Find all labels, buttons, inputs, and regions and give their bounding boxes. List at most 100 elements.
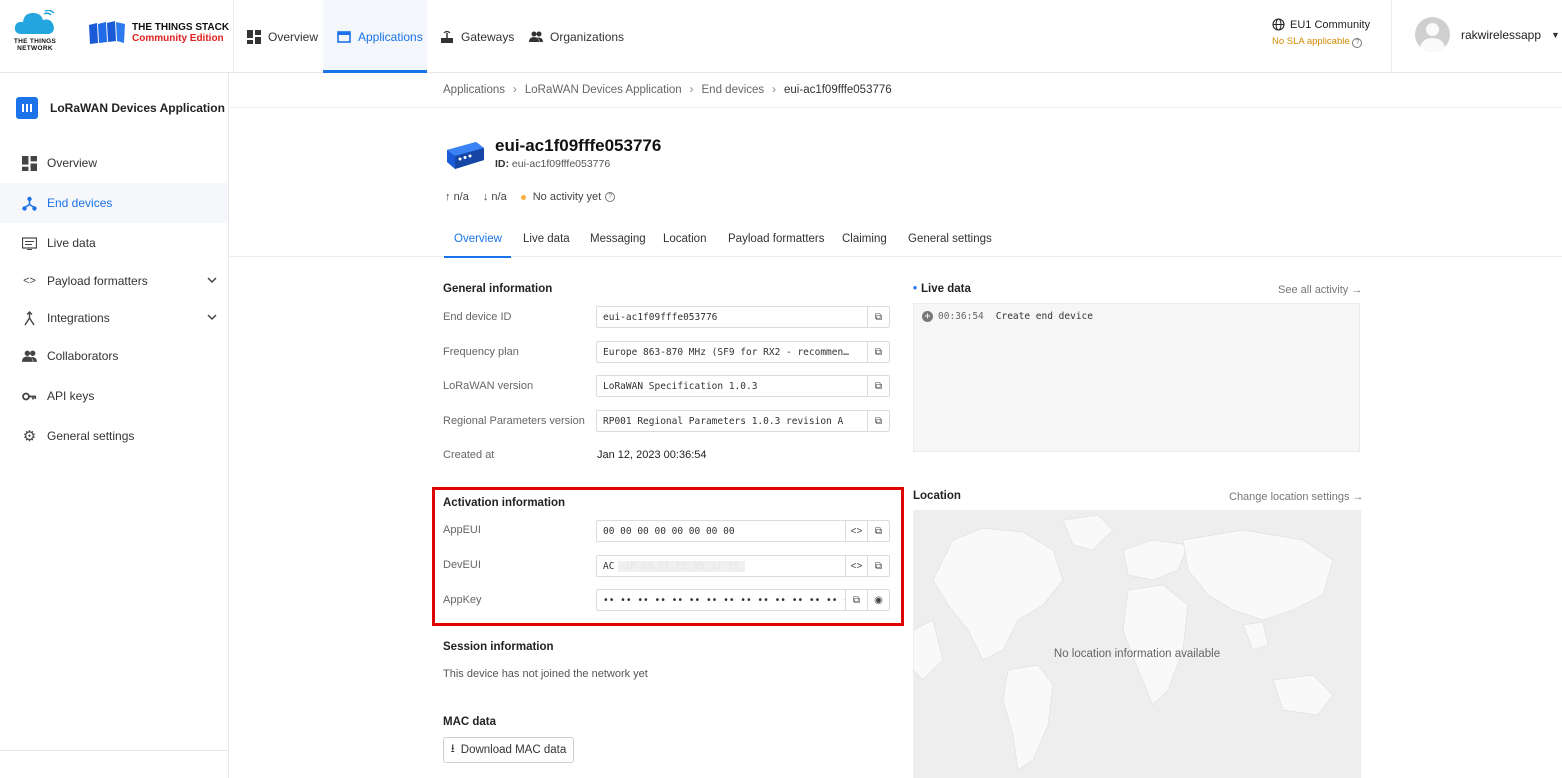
deveui-redacted: 1F 09 FF FE 05 37 76	[618, 560, 745, 572]
nav-gateways[interactable]: Gateways	[440, 0, 520, 73]
header-divider-right	[1391, 0, 1392, 73]
nav-organizations[interactable]: Organizations	[529, 0, 629, 73]
nav-overview[interactable]: Overview	[247, 0, 323, 73]
sidebar-item-end-devices[interactable]: End devices	[0, 183, 228, 223]
top-header: THE THINGS NETWORK THE THINGS STACK Comm…	[0, 0, 1562, 73]
breadcrumb-applications[interactable]: Applications	[443, 84, 505, 96]
caret-down-icon: ▼	[1551, 29, 1560, 40]
sidebar-item-integrations[interactable]: Integrations	[0, 298, 228, 338]
appeui-label: AppEUI	[443, 524, 481, 536]
tts-logo-title: THE THINGS STACK	[132, 22, 230, 33]
eye-icon[interactable]: ◉	[867, 590, 889, 610]
tab-general-settings[interactable]: General settings	[908, 220, 992, 257]
appkey-field: •• •• •• •• •• •• •• •• •• •• •• •• •• •…	[596, 589, 890, 611]
device-title: eui-ac1f09fffe053776	[495, 136, 662, 155]
breadcrumb-application[interactable]: LoRaWAN Devices Application	[525, 84, 682, 96]
sidebar-item-payload-formatters[interactable]: <> Payload formatters	[0, 261, 228, 301]
activity-status: No activity yet	[532, 191, 602, 203]
end-device-id-value[interactable]: eui-ac1f09fffe053776	[597, 307, 867, 327]
user-menu[interactable]: rakwirelessapp ▼	[1415, 17, 1560, 52]
tab-overview[interactable]: Overview	[444, 220, 511, 258]
sidebar-item-live-data[interactable]: Live data	[0, 223, 228, 263]
code-icon: <>	[23, 275, 36, 287]
chevron-down-icon	[207, 277, 217, 284]
dashboard-icon	[22, 155, 37, 171]
code-toggle-icon[interactable]: <>	[845, 521, 867, 541]
key-icon	[22, 392, 37, 400]
sidebar-item-label: End devices	[47, 196, 113, 210]
created-at-value: Jan 12, 2023 00:36:54	[597, 449, 707, 461]
arrow-up-icon: ↑	[445, 191, 451, 203]
help-icon[interactable]: ?	[605, 192, 616, 202]
lorawan-version-value[interactable]: LoRaWAN Specification 1.0.3	[597, 376, 867, 396]
breadcrumb-end-devices[interactable]: End devices	[702, 84, 765, 96]
nav-applications[interactable]: Applications	[323, 0, 427, 73]
sidebar-item-api-keys[interactable]: API keys	[0, 376, 228, 416]
field-label: LoRaWAN version	[443, 380, 534, 392]
change-location-link[interactable]: Change location settings →	[1229, 491, 1364, 503]
tts-flags-icon	[89, 21, 125, 44]
code-toggle-icon[interactable]: <>	[845, 556, 867, 576]
breadcrumb: Applications › LoRaWAN Devices Applicati…	[230, 73, 1562, 108]
deveui-value[interactable]: AC 1F 09 FF FE 05 37 76	[597, 556, 845, 576]
deveui-field: AC 1F 09 FF FE 05 37 76 <> ⧉	[596, 555, 890, 577]
regional-parameters-value[interactable]: RP001 Regional Parameters 1.0.3 revision…	[597, 411, 867, 431]
field-label: End device ID	[443, 311, 512, 323]
uplink-count: n/a	[453, 191, 469, 203]
device-id-label: ID:	[495, 158, 509, 170]
live-event-row[interactable]: + 00:36:54 Create end device	[922, 311, 1093, 322]
device-stats: ↑ n/a ↓ n/a No activity yet ?	[445, 191, 616, 203]
copy-icon[interactable]: ⧉	[845, 590, 867, 610]
plus-icon: +	[922, 311, 933, 322]
live-data-title: • Live data	[913, 283, 971, 295]
tab-claiming[interactable]: Claiming	[842, 220, 887, 257]
frequency-plan-value[interactable]: Europe 863-870 MHz (SF9 for RX2 - recomm…	[597, 342, 867, 362]
copy-icon[interactable]: ⧉	[867, 376, 889, 396]
help-icon[interactable]: ?	[1352, 38, 1363, 48]
appkey-label: AppKey	[443, 594, 482, 606]
chevron-right-icon: ›	[772, 84, 777, 96]
download-icon: ⭳	[450, 742, 455, 755]
general-info-title: General information	[443, 283, 553, 295]
tab-messaging[interactable]: Messaging	[590, 220, 646, 257]
deveui-label: DevEUI	[443, 559, 481, 571]
appeui-value[interactable]: 00 00 00 00 00 00 00 00	[597, 521, 845, 541]
copy-icon[interactable]: ⧉	[867, 556, 889, 576]
copy-icon[interactable]: ⧉	[867, 521, 889, 541]
header-divider	[233, 0, 234, 73]
cluster-name: EU1 Community	[1290, 18, 1371, 31]
tab-live-data[interactable]: Live data	[523, 220, 570, 257]
tab-payload-formatters[interactable]: Payload formatters	[728, 220, 825, 257]
list-icon	[22, 236, 37, 250]
chevron-down-icon	[207, 314, 217, 321]
live-data-panel: + 00:36:54 Create end device	[913, 303, 1360, 452]
location-map[interactable]: No location information available	[913, 510, 1361, 778]
field-label: Frequency plan	[443, 346, 519, 358]
copy-icon[interactable]: ⧉	[867, 342, 889, 362]
see-all-activity-link[interactable]: See all activity →	[1278, 284, 1362, 296]
application-icon	[337, 30, 351, 43]
sidebar-item-collaborators[interactable]: Collaborators	[0, 336, 228, 376]
breadcrumb-current: eui-ac1f09fffe053776	[784, 84, 892, 96]
copy-icon[interactable]: ⧉	[867, 411, 889, 431]
sidebar-divider	[0, 750, 228, 751]
sla-notice: No SLA applicable	[1272, 36, 1350, 47]
sidebar-item-general-settings[interactable]: ⚙ General settings	[0, 416, 228, 456]
ttn-logo[interactable]: THE THINGS NETWORK	[10, 10, 60, 56]
download-mac-data-button[interactable]: ⭳ Download MAC data	[443, 737, 574, 763]
session-info-text: This device has not joined the network y…	[443, 668, 648, 680]
activation-info-title: Activation information	[443, 497, 566, 509]
dashboard-icon	[247, 29, 261, 44]
copy-icon[interactable]: ⧉	[867, 307, 889, 327]
arrow-down-icon: ↓	[482, 191, 489, 203]
sidebar-item-overview[interactable]: Overview	[0, 143, 228, 183]
tts-logo[interactable]: THE THINGS STACK Community Edition	[88, 20, 229, 46]
cluster-info[interactable]: EU1 Community No SLA applicable ?	[1272, 18, 1370, 48]
status-dot	[520, 194, 526, 200]
live-dot-icon: •	[913, 283, 918, 295]
end-device-id-field: eui-ac1f09fffe053776 ⧉	[596, 306, 890, 328]
tab-location[interactable]: Location	[663, 220, 706, 257]
appkey-value[interactable]: •• •• •• •• •• •• •• •• •• •• •• •• •• •…	[597, 590, 845, 610]
map-empty-message: No location information available	[1053, 648, 1221, 660]
username: rakwirelessapp	[1461, 27, 1542, 42]
